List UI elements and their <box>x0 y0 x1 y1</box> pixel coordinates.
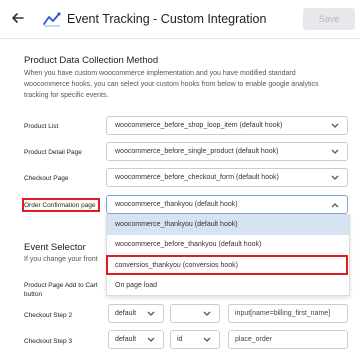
event-selector-description: If you change your front <box>24 256 98 263</box>
page-title: Event Tracking - Custom Integration <box>67 12 267 26</box>
product-detail-value: woocommerce_before_single_product (defau… <box>115 148 279 155</box>
order-confirmation-label-highlight <box>22 198 100 212</box>
top-bar: Event Tracking - Custom Integration Save <box>0 0 360 39</box>
checkout-step-3-label: Checkout Step 3 <box>24 338 73 345</box>
chevron-down-icon <box>331 123 339 128</box>
chevron-down-icon <box>147 311 155 316</box>
chevron-down-icon <box>331 175 339 180</box>
event-selector-title: Event Selector <box>24 242 86 253</box>
checkout-step-2-selector-type[interactable]: default <box>108 304 164 323</box>
checkout-step-2-attribute[interactable] <box>170 304 220 323</box>
checkout-step-2-selector-type-value: default <box>115 310 137 317</box>
checkout-step-3-attribute-value: id <box>177 336 183 343</box>
section-description: When you have custom woocommerce impleme… <box>24 70 319 99</box>
dropdown-option[interactable]: woocommerce_before_thankyou (default hoo… <box>107 235 349 255</box>
section-title: Product Data Collection Method <box>24 55 159 66</box>
checkout-page-select[interactable]: woocommerce_before_checkout_form (defaul… <box>106 168 348 187</box>
checkout-step-2-input[interactable]: input[name=billing_first_name] <box>228 304 348 323</box>
checkout-page-label: Checkout Page <box>24 175 69 182</box>
product-list-label: Product List <box>24 123 59 130</box>
dropdown-option[interactable]: woocommerce_thankyou (default hook) <box>107 215 349 235</box>
order-confirmation-value: woocommerce_thankyou (default hook) <box>115 201 238 208</box>
chevron-down-icon <box>331 149 339 154</box>
checkout-page-value: woocommerce_before_checkout_form (defaul… <box>115 174 279 181</box>
product-list-value: woocommerce_before_shop_loop_item (defau… <box>115 122 283 129</box>
chevron-up-icon <box>331 203 339 208</box>
add-to-cart-label: Product Page Add to Cart button <box>24 282 98 298</box>
chevron-down-icon <box>147 337 155 342</box>
order-confirmation-select[interactable]: woocommerce_thankyou (default hook) <box>106 195 348 214</box>
conversios-option-highlight <box>106 255 348 275</box>
product-detail-select[interactable]: woocommerce_before_single_product (defau… <box>106 142 348 161</box>
save-button[interactable]: Save <box>303 8 355 30</box>
back-arrow-icon[interactable] <box>11 11 25 25</box>
dropdown-option[interactable]: On page load <box>107 276 349 296</box>
product-detail-label: Product Detail Page <box>24 149 82 156</box>
chevron-down-icon <box>203 337 211 342</box>
checkout-step-3-input-value: place_order <box>235 336 272 343</box>
checkout-step-3-input[interactable]: place_order <box>228 330 348 349</box>
checkout-step-2-label: Checkout Step 2 <box>24 312 73 319</box>
checkout-step-3-selector-type-value: default <box>115 336 137 343</box>
checkout-step-2-input-value: input[name=billing_first_name] <box>235 310 331 317</box>
chevron-down-icon <box>203 311 211 316</box>
checkout-step-3-selector-type[interactable]: default <box>108 330 164 349</box>
checkout-step-3-attribute[interactable]: id <box>170 330 220 349</box>
analytics-logo-icon <box>43 12 61 27</box>
product-list-select[interactable]: woocommerce_before_shop_loop_item (defau… <box>106 116 348 135</box>
